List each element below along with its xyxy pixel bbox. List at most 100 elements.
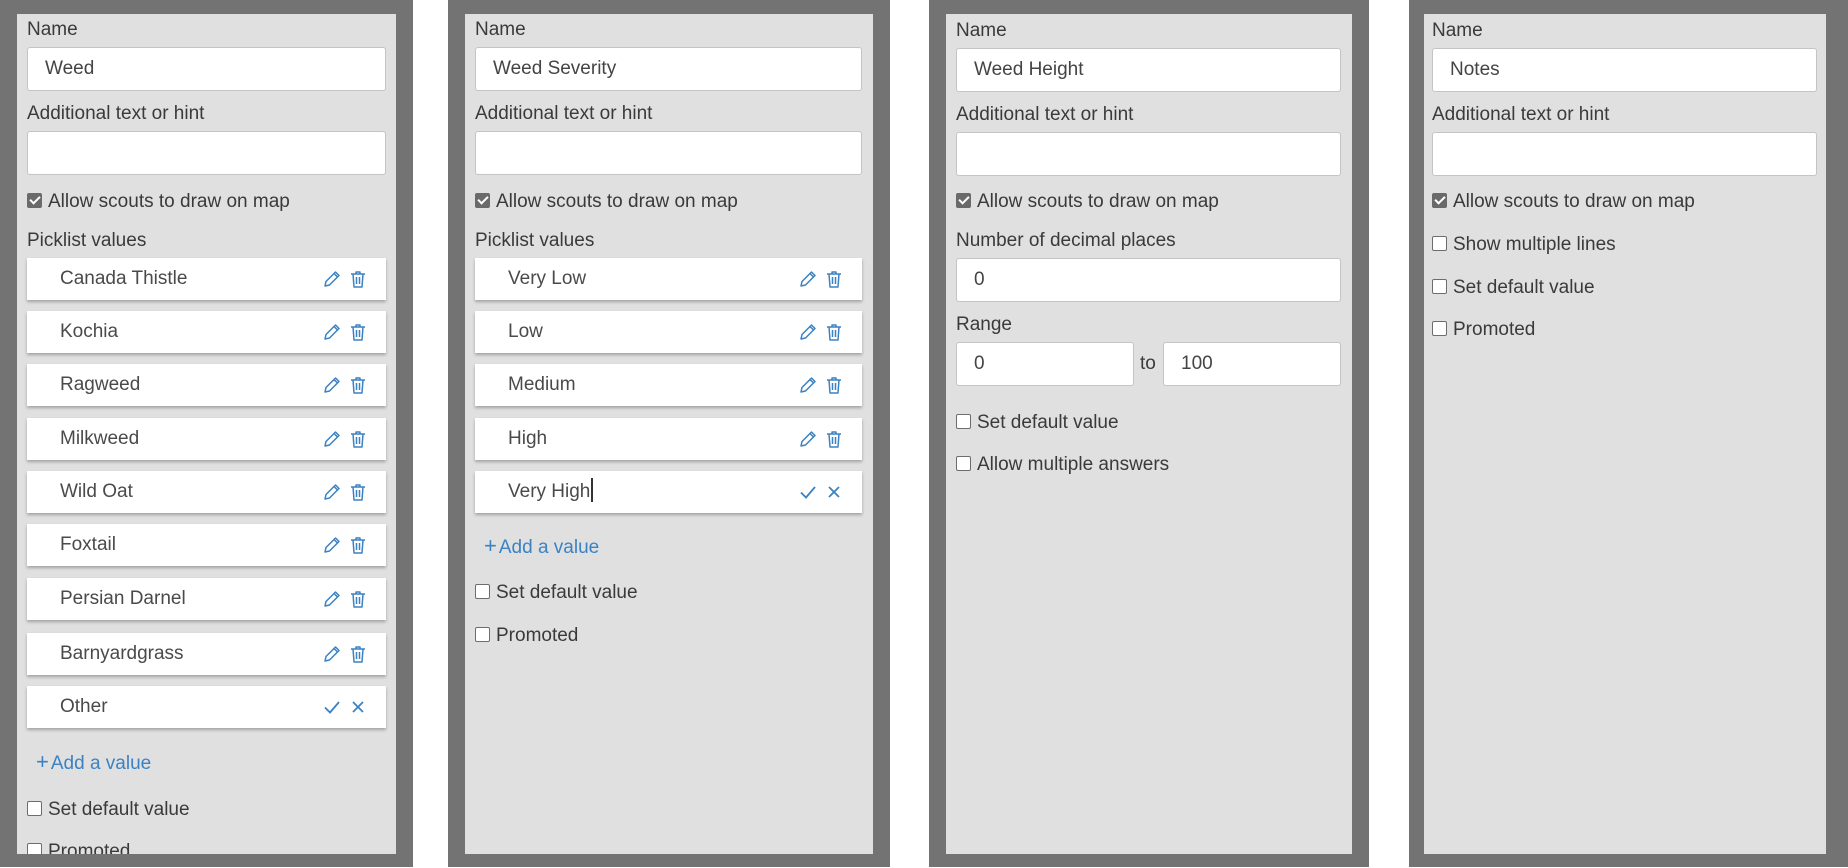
pencil-icon[interactable] <box>322 429 342 449</box>
picklist-value: Kochia <box>60 321 119 342</box>
pencil-icon[interactable] <box>322 589 342 609</box>
set-default-checkbox[interactable]: Set default value <box>1432 277 1595 299</box>
checkbox[interactable] <box>1432 279 1447 294</box>
checkbox[interactable] <box>956 414 971 429</box>
list-item[interactable]: Very Low <box>475 258 862 300</box>
name-input[interactable]: Weed Height <box>956 48 1341 92</box>
pencil-icon[interactable] <box>322 535 342 555</box>
checkbox-checked[interactable] <box>1432 193 1447 208</box>
promoted-label: Promoted <box>48 841 131 854</box>
picklist-value: Canada Thistle <box>60 268 188 289</box>
list-item[interactable]: High <box>475 418 862 460</box>
close-icon[interactable] <box>348 697 368 717</box>
set-default-checkbox[interactable]: Set default value <box>27 799 190 821</box>
pencil-icon[interactable] <box>322 269 342 289</box>
pencil-icon[interactable] <box>798 375 818 395</box>
name-label: Name <box>475 19 526 40</box>
list-item[interactable]: Wild Oat <box>27 471 386 513</box>
name-input[interactable]: Notes <box>1432 48 1817 92</box>
trash-icon[interactable] <box>824 375 844 395</box>
hint-input[interactable] <box>27 131 386 175</box>
promoted-checkbox[interactable]: Promoted <box>475 625 578 647</box>
text-cursor <box>591 478 594 502</box>
draw-on-map-checkbox[interactable]: Allow scouts to draw on map <box>1432 191 1695 213</box>
picklist-edit-row[interactable]: Other <box>27 686 386 728</box>
pencil-icon[interactable] <box>798 269 818 289</box>
checkbox[interactable] <box>475 584 490 599</box>
range-to-label: to <box>1140 353 1156 374</box>
name-input[interactable]: Weed Severity <box>475 47 862 91</box>
pencil-icon[interactable] <box>322 644 342 664</box>
trash-icon[interactable] <box>348 429 368 449</box>
list-item[interactable]: Low <box>475 311 862 353</box>
trash-icon[interactable] <box>824 322 844 342</box>
list-item[interactable]: Persian Darnel <box>27 578 386 620</box>
hint-input[interactable] <box>1432 132 1817 176</box>
name-input[interactable]: Weed <box>27 47 386 91</box>
checkbox-checked[interactable] <box>27 193 42 208</box>
trash-icon[interactable] <box>348 589 368 609</box>
range-min-input[interactable]: 0 <box>956 342 1134 386</box>
trash-icon[interactable] <box>824 429 844 449</box>
pencil-icon[interactable] <box>322 375 342 395</box>
add-value-link[interactable]: + Add a value <box>36 751 151 775</box>
name-label: Name <box>956 20 1007 41</box>
hint-label: Additional text or hint <box>1432 104 1610 125</box>
checkbox[interactable] <box>475 627 490 642</box>
picklist-value: Persian Darnel <box>60 588 186 609</box>
hint-input[interactable] <box>956 132 1341 176</box>
list-item[interactable]: Kochia <box>27 311 386 353</box>
picklist-edit-row[interactable]: Very High <box>475 471 862 513</box>
trash-icon[interactable] <box>348 375 368 395</box>
checkbox[interactable] <box>27 801 42 816</box>
picklist-edit-input[interactable]: Other <box>60 686 108 728</box>
pencil-icon[interactable] <box>798 322 818 342</box>
hint-input[interactable] <box>475 131 862 175</box>
check-icon[interactable] <box>322 697 342 717</box>
promoted-label: Promoted <box>496 625 579 646</box>
pencil-icon[interactable] <box>798 429 818 449</box>
checkbox[interactable] <box>1432 236 1447 251</box>
trash-icon[interactable] <box>348 482 368 502</box>
draw-on-map-checkbox[interactable]: Allow scouts to draw on map <box>27 191 290 213</box>
set-default-label: Set default value <box>48 799 190 820</box>
list-item[interactable]: Barnyardgrass <box>27 633 386 675</box>
close-icon[interactable] <box>824 482 844 502</box>
trash-icon[interactable] <box>824 269 844 289</box>
pencil-icon[interactable] <box>322 322 342 342</box>
add-value-link[interactable]: + Add a value <box>484 535 599 559</box>
checkbox-checked[interactable] <box>956 193 971 208</box>
list-item[interactable]: Medium <box>475 364 862 406</box>
pencil-icon[interactable] <box>322 482 342 502</box>
draw-on-map-checkbox[interactable]: Allow scouts to draw on map <box>956 191 1219 213</box>
multiple-answers-checkbox[interactable]: Allow multiple answers <box>956 454 1169 476</box>
checkbox[interactable] <box>1432 321 1447 336</box>
list-item[interactable]: Foxtail <box>27 524 386 566</box>
multiple-lines-checkbox[interactable]: Show multiple lines <box>1432 234 1616 256</box>
picklist-value: Low <box>508 321 543 342</box>
plus-icon: + <box>36 749 49 774</box>
trash-icon[interactable] <box>348 644 368 664</box>
list-item[interactable]: Ragweed <box>27 364 386 406</box>
draw-on-map-checkbox[interactable]: Allow scouts to draw on map <box>475 191 738 213</box>
promoted-checkbox[interactable]: Promoted <box>1432 319 1535 341</box>
promoted-checkbox[interactable]: Promoted <box>27 841 130 854</box>
list-item[interactable]: Milkweed <box>27 418 386 460</box>
picklist-value: Wild Oat <box>60 481 133 502</box>
decimal-places-input[interactable]: 0 <box>956 258 1341 302</box>
picklist-value: Ragweed <box>60 374 141 395</box>
check-icon[interactable] <box>798 482 818 502</box>
picklist-label: Picklist values <box>27 230 147 251</box>
checkbox-checked[interactable] <box>475 193 490 208</box>
trash-icon[interactable] <box>348 535 368 555</box>
set-default-checkbox[interactable]: Set default value <box>475 582 638 604</box>
trash-icon[interactable] <box>348 322 368 342</box>
trash-icon[interactable] <box>348 269 368 289</box>
checkbox[interactable] <box>27 843 42 854</box>
list-item[interactable]: Canada Thistle <box>27 258 386 300</box>
set-default-checkbox[interactable]: Set default value <box>956 412 1119 434</box>
checkbox[interactable] <box>956 456 971 471</box>
plus-icon: + <box>484 533 497 558</box>
picklist-edit-input[interactable]: Very High <box>508 471 594 513</box>
range-max-input[interactable]: 100 <box>1163 342 1341 386</box>
